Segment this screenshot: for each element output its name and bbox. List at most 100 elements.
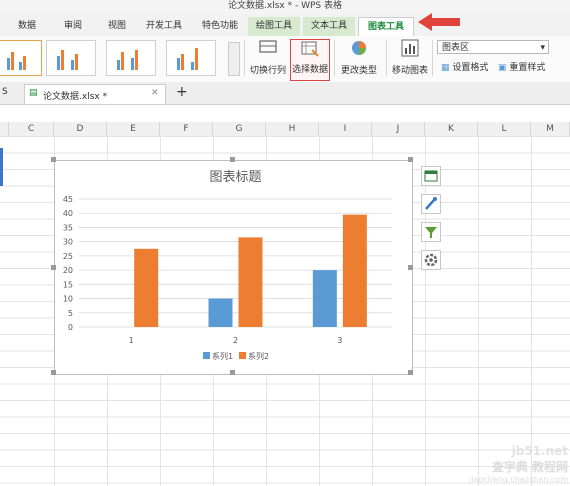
tab-drawing-tools[interactable]: 绘图工具 — [248, 17, 300, 36]
move-chart-label: 移动图表 — [391, 66, 428, 76]
bar-系列1-3 — [312, 270, 337, 327]
chart-style-thumb-1[interactable] — [0, 40, 42, 76]
y-tick-label: 20 — [63, 266, 73, 275]
set-format-button[interactable]: ▦ 设置格式 — [441, 60, 488, 73]
chart-elements-icon — [424, 170, 438, 182]
reset-style-button[interactable]: ▣ 重置样式 — [498, 60, 545, 73]
tab-view[interactable]: 视图 — [100, 17, 134, 36]
prev-doc-tab[interactable]: S — [2, 87, 8, 97]
annotation-arrow-icon — [418, 13, 460, 31]
column-header[interactable]: K — [425, 122, 478, 136]
resize-handle[interactable] — [51, 265, 56, 270]
y-tick-label: 40 — [63, 209, 73, 218]
filter-icon — [425, 227, 437, 238]
change-type-button[interactable]: 更改类型 — [338, 39, 380, 79]
chart-element-select[interactable]: 图表区 ▾ — [437, 40, 549, 54]
window-title: 论文数据.xlsx * - WPS 表格 — [0, 0, 570, 14]
reset-style-label: 重置样式 — [509, 63, 546, 73]
chart-style-thumb-2[interactable] — [46, 40, 96, 76]
chart-filter-button[interactable] — [421, 222, 441, 242]
resize-handle[interactable] — [51, 157, 56, 162]
watermark-line1: jb51.net — [511, 444, 568, 458]
chart-style-thumb-4[interactable] — [166, 40, 216, 76]
watermark: jb51.net 查字典 教程网 jiaocheng.chazidian.com — [469, 444, 568, 484]
tab-review[interactable]: 审阅 — [56, 17, 90, 36]
y-tick-label: 25 — [63, 252, 73, 261]
tab-data[interactable]: 数据 — [10, 17, 44, 36]
column-header[interactable]: D — [54, 122, 107, 136]
y-tick-label: 15 — [63, 280, 73, 289]
tab-features[interactable]: 特色功能 — [196, 17, 244, 36]
resize-handle[interactable] — [51, 370, 56, 375]
change-type-label: 更改类型 — [340, 66, 377, 76]
set-format-icon: ▦ — [441, 63, 450, 73]
legend-swatch — [203, 352, 210, 359]
gear-icon — [424, 253, 438, 267]
watermark-line2: 查字典 教程网 — [491, 460, 568, 474]
bar-系列1-2 — [208, 298, 233, 327]
y-tick-label: 45 — [63, 195, 73, 204]
x-tick-label: 1 — [129, 336, 134, 345]
legend-label: 系列2 — [248, 351, 269, 361]
resize-handle[interactable] — [408, 370, 413, 375]
pie-chart-icon — [352, 41, 366, 55]
select-data-icon — [301, 41, 319, 57]
tab-chart-tools[interactable]: 图表工具 — [358, 17, 414, 38]
chart-element-select-value: 图表区 — [442, 43, 470, 53]
ribbon-tab-bar: 数据 审阅 视图 开发工具 特色功能 绘图工具 文本工具 图表工具 — [0, 14, 570, 38]
document-tab-bar: S ▤ 论文数据.xlsx * ✕ + — [0, 82, 570, 105]
y-tick-label: 5 — [68, 309, 73, 318]
column-header[interactable]: E — [107, 122, 160, 136]
legend-label: 系列1 — [212, 351, 233, 361]
selected-cell-edge — [0, 148, 3, 186]
select-data-label: 选择数据 — [291, 65, 328, 75]
add-tab-button[interactable]: + — [176, 84, 188, 100]
column-header-bar: C D E F G H I J K L M — [0, 122, 570, 137]
column-header[interactable]: C — [9, 122, 54, 136]
watermark-line3: jiaocheng.chazidian.com — [468, 475, 568, 484]
resize-handle[interactable] — [408, 157, 413, 162]
doc-tab-file[interactable]: ▤ 论文数据.xlsx * ✕ — [24, 84, 166, 104]
switch-row-col-button[interactable]: 切换行列 — [248, 39, 288, 79]
chart-title: 图表标题 — [209, 170, 261, 185]
tab-developer[interactable]: 开发工具 — [140, 17, 188, 36]
chart-object[interactable]: 图表标题 0 5 10 15 20 25 30 35 40 45 1 2 3 系列1 系列2 — [54, 160, 413, 375]
y-tick-label: 10 — [63, 295, 73, 304]
y-tick-label: 35 — [63, 223, 73, 232]
close-icon[interactable]: ✕ — [151, 88, 159, 98]
x-tick-label: 3 — [337, 336, 342, 345]
resize-handle[interactable] — [230, 157, 235, 162]
paintbrush-icon — [425, 197, 437, 210]
chart-settings-button[interactable] — [421, 250, 441, 270]
doc-tab-file-label: 论文数据.xlsx * — [43, 92, 108, 102]
row-header-corner — [0, 122, 9, 136]
column-header[interactable]: H — [266, 122, 319, 136]
column-header[interactable]: J — [372, 122, 425, 136]
move-chart-icon — [401, 39, 419, 57]
switch-row-col-label: 切换行列 — [249, 66, 286, 76]
switch-row-col-icon — [259, 40, 277, 53]
y-tick-label: 30 — [63, 238, 73, 247]
column-header[interactable]: G — [213, 122, 266, 136]
reset-style-icon: ▣ — [498, 63, 507, 73]
tab-text-tools[interactable]: 文本工具 — [303, 17, 355, 36]
column-header[interactable]: F — [160, 122, 213, 136]
set-format-label: 设置格式 — [452, 63, 489, 73]
move-chart-button[interactable]: 移动图表 — [390, 39, 430, 79]
x-tick-label: 2 — [233, 336, 238, 345]
column-header[interactable]: I — [319, 122, 372, 136]
resize-handle[interactable] — [230, 370, 235, 375]
chart-style-thumb-3[interactable] — [106, 40, 156, 76]
bar-系列2-2 — [238, 237, 263, 327]
sheet-file-icon: ▤ — [29, 88, 38, 98]
resize-handle[interactable] — [408, 265, 413, 270]
bar-系列2-1 — [134, 248, 159, 327]
chevron-down-icon: ▾ — [540, 43, 545, 53]
style-gallery-scroll[interactable] — [228, 42, 240, 76]
chart-elements-button[interactable] — [421, 166, 441, 186]
y-tick-label: 0 — [68, 323, 73, 332]
chart-style-button[interactable] — [421, 194, 441, 214]
column-header[interactable]: M — [531, 122, 570, 136]
select-data-button[interactable]: 选择数据 — [290, 39, 330, 81]
column-header[interactable]: L — [478, 122, 531, 136]
